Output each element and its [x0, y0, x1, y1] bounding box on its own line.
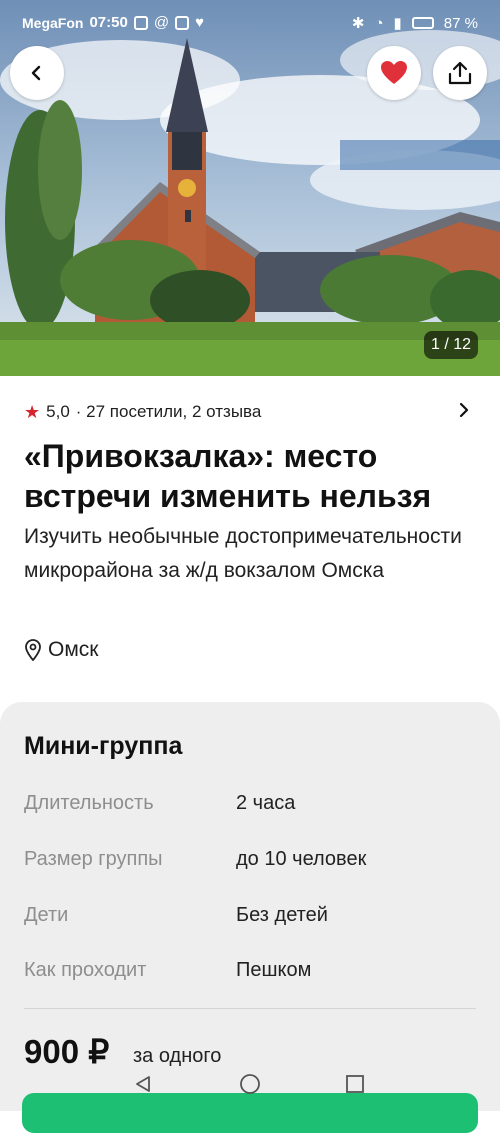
divider	[24, 1008, 476, 1009]
location[interactable]: Омск	[24, 638, 98, 662]
settings-icon	[175, 15, 190, 30]
page-title: «Привокзалка»: место встречи изменить не…	[24, 438, 432, 514]
detail-label: Дети	[24, 904, 69, 926]
wifi-icon: ◔	[374, 14, 384, 32]
chevron-left-icon	[31, 65, 41, 81]
detail-value: Без детей	[236, 904, 328, 926]
battery-level: 87 %	[443, 14, 478, 32]
share-icon	[448, 61, 472, 85]
nav-recents-button[interactable]	[343, 1072, 367, 1096]
rating-summary: · 27 посетили, 2 отзыва	[75, 402, 262, 421]
location-name: Омск	[48, 638, 99, 661]
share-button[interactable]	[433, 46, 487, 100]
star-icon: ★	[24, 401, 41, 422]
notification-icon	[133, 15, 148, 30]
at-icon: @	[153, 14, 170, 31]
chevron-right-icon	[459, 402, 469, 418]
detail-label: Длительность	[24, 792, 154, 814]
back-button[interactable]	[10, 46, 64, 100]
shield-icon: ♥	[195, 14, 204, 31]
photo-counter: 1 / 12	[424, 331, 478, 359]
detail-label: Как проходит	[24, 959, 147, 981]
detail-value: до 10 человек	[236, 848, 367, 870]
favorite-button[interactable]	[367, 46, 421, 100]
detail-value: 2 часа	[236, 792, 296, 814]
tour-description: Изучить необычные достопримечательности …	[24, 525, 462, 582]
hero-photo[interactable]	[0, 0, 500, 376]
nav-home-button[interactable]	[238, 1072, 262, 1096]
tour-format: Мини-группа	[24, 732, 183, 760]
rating-row[interactable]: ★ 5,0 · 27 посетили, 2 отзыва	[24, 398, 476, 426]
clock: 07:50	[89, 14, 128, 31]
signal-icon: ▮	[393, 15, 402, 32]
location-pin-icon	[25, 639, 41, 661]
nav-back-button[interactable]	[131, 1072, 155, 1096]
system-navigation-bar	[0, 1066, 500, 1102]
battery-icon	[411, 17, 434, 29]
heart-icon	[381, 61, 407, 84]
rating-score: 5,0	[46, 402, 70, 421]
bluetooth-icon: ✱	[351, 15, 365, 32]
circle-home-icon	[240, 1074, 260, 1094]
triangle-back-icon	[136, 1076, 150, 1092]
hero-image-gallery[interactable]: MegaFon 07:50 @ ♥ ✱ ◔ ▮ 87 % 1 / 12	[0, 0, 500, 376]
status-bar: MegaFon 07:50 @ ♥ ✱ ◔ ▮ 87 %	[0, 0, 500, 46]
details-card: Мини-группа Длительность 2 часа Размер г…	[0, 702, 500, 1111]
carrier-name: MegaFon	[22, 14, 84, 31]
detail-label: Размер группы	[24, 848, 163, 870]
detail-value: Пешком	[236, 959, 312, 981]
price-note: за одного	[133, 1045, 222, 1067]
square-recents-icon	[346, 1075, 364, 1093]
